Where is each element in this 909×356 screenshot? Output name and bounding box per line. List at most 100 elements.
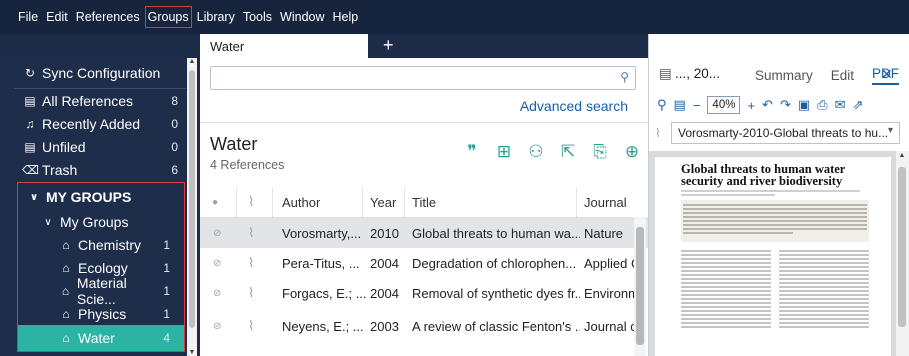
menu-library[interactable]: Library xyxy=(196,8,236,26)
read-status-icon[interactable]: ⊘ xyxy=(213,278,221,308)
sidebar-item-water[interactable]: ⌂ Water 4 xyxy=(58,327,170,349)
read-status-icon[interactable]: ⊘ xyxy=(213,248,221,278)
email-icon[interactable]: ✉ xyxy=(835,97,846,113)
cell-title: A review of classic Fenton's ... xyxy=(412,318,580,334)
column-year[interactable]: Year xyxy=(370,187,396,217)
tab-summary[interactable]: Summary xyxy=(755,68,813,83)
sidebar-item-chemistry[interactable]: ⌂ Chemistry 1 xyxy=(58,234,170,256)
group-folder-icon: ⌂ xyxy=(62,307,70,321)
sync-configuration[interactable]: ↻ Sync Configuration xyxy=(22,62,178,84)
group-folder-icon: ⌂ xyxy=(61,284,70,298)
sidebar-item-my-groups[interactable]: ∨ My Groups xyxy=(40,211,178,233)
sidebar-item-label: Ecology xyxy=(78,260,128,276)
menu-edit[interactable]: Edit xyxy=(45,8,69,26)
menu-bar: File Edit References Groups Library Tool… xyxy=(0,0,909,34)
table-row[interactable]: ⊘ ⌇ Forgacs, E.; ... 2004 Removal of syn… xyxy=(200,278,648,308)
read-status-icon[interactable]: ⊘ xyxy=(213,218,221,248)
attachment-icon[interactable]: ⌇ xyxy=(248,311,254,341)
read-status-column-icon[interactable]: ● xyxy=(212,187,218,217)
search-icon[interactable]: ⚲ xyxy=(657,97,667,113)
pdf-viewer[interactable]: Global threats to human water security a… xyxy=(649,151,909,356)
close-icon[interactable]: ✕ xyxy=(881,66,893,83)
references-panel: Water + ⚲ Advanced search Water 4 Refere… xyxy=(200,34,648,356)
pdf-title: Global threats to human water security a… xyxy=(681,162,846,188)
menu-references[interactable]: References xyxy=(75,8,141,26)
zoom-in-icon[interactable]: + xyxy=(747,98,755,113)
menu-help[interactable]: Help xyxy=(332,8,360,26)
detail-header: ▤ ..., 20... Summary Edit PDF ✕ xyxy=(649,34,909,88)
references-scrollbar[interactable] xyxy=(634,217,646,356)
tab-edit[interactable]: Edit xyxy=(831,68,854,83)
share-icon[interactable]: ⇱ xyxy=(556,140,580,164)
read-status-icon[interactable]: ⊘ xyxy=(213,311,221,341)
cell-title: Global threats to human wa... xyxy=(412,225,580,241)
table-row[interactable]: ⊘ ⌇ Pera-Titus, ... 2004 Degradation of … xyxy=(200,248,648,278)
advanced-search-link[interactable]: Advanced search xyxy=(520,98,628,114)
cite-icon[interactable]: ❞ xyxy=(460,140,484,164)
search-input[interactable]: ⚲ xyxy=(210,66,636,90)
redo-icon[interactable]: ↷ xyxy=(780,97,791,113)
menu-window[interactable]: Window xyxy=(279,8,325,26)
sidebar-item-label: Unfiled xyxy=(42,139,86,155)
group-folder-icon: ⌂ xyxy=(62,331,70,345)
pdf-toolbar: ⚲ ▤ − 40% + ↶ ↷ ▣ ⎙ ✉ ⇗ xyxy=(649,94,909,116)
sidebar-item-unfiled[interactable]: ▤ Unfiled 0 xyxy=(22,136,178,158)
chevron-down-icon: ∨ xyxy=(29,191,39,203)
zoom-level[interactable]: 40% xyxy=(707,96,741,114)
sidebar-toggle-icon[interactable]: ▤ xyxy=(674,97,686,113)
sidebar-item-label: All References xyxy=(42,93,134,109)
table-row[interactable]: ⊘ ⌇ Vorosmarty,... 2010 Global threats t… xyxy=(200,218,648,248)
sidebar-item-trash[interactable]: ⌫ Trash 6 xyxy=(22,159,178,181)
tab-water[interactable]: Water xyxy=(200,34,368,58)
scroll-down-icon[interactable]: ▼ xyxy=(188,349,196,356)
sidebar-scrollbar-thumb[interactable] xyxy=(189,70,195,328)
add-user-icon[interactable]: ⚇ xyxy=(524,140,548,164)
column-divider xyxy=(272,187,273,217)
pdf-scrollbar[interactable]: ▲ xyxy=(896,151,909,356)
cell-year: 2010 xyxy=(370,225,399,241)
sidebar-item-all-references[interactable]: ▤ All References 8 xyxy=(22,90,178,112)
sidebar-item-recently-added[interactable]: ♫ Recently Added 0 xyxy=(22,113,179,135)
add-reference-icon[interactable]: ⊞ xyxy=(492,140,516,164)
menu-file[interactable]: File xyxy=(17,8,39,26)
references-scrollbar-thumb[interactable] xyxy=(636,227,644,345)
attachment-icon[interactable]: ⌇ xyxy=(248,218,254,248)
scroll-up-icon[interactable]: ▲ xyxy=(188,58,196,65)
scroll-up-icon[interactable]: ▲ xyxy=(898,152,906,159)
attachment-icon[interactable]: ⌇ xyxy=(248,248,254,278)
bell-icon: ♫ xyxy=(25,117,35,131)
zoom-out-icon[interactable]: − xyxy=(693,98,701,113)
attachment-icon: ⌇ xyxy=(655,126,661,140)
cell-year: 2004 xyxy=(370,255,399,271)
sidebar-item-physics[interactable]: ⌂ Physics 1 xyxy=(58,303,170,325)
pdf-scrollbar-thumb[interactable] xyxy=(898,167,906,327)
search-icon[interactable]: ⚲ xyxy=(620,70,629,84)
open-external-icon[interactable]: ⇗ xyxy=(852,97,863,113)
menu-tools[interactable]: Tools xyxy=(242,8,273,26)
save-icon[interactable]: ▣ xyxy=(798,97,810,113)
sidebar: ↻ Sync Configuration ▤ All References 8 … xyxy=(0,58,200,356)
undo-icon[interactable]: ↶ xyxy=(762,97,773,113)
column-title[interactable]: Title xyxy=(412,187,436,217)
print-icon[interactable]: ⎙ xyxy=(817,97,827,113)
pdf-file-select[interactable]: Vorosmarty-2010-Global threats to hu... … xyxy=(671,122,900,144)
sidebar-item-label: Recently Added xyxy=(42,116,141,132)
sidebar-item-material-science[interactable]: ⌂ Material Scie... 1 xyxy=(58,275,170,307)
attachment-icon[interactable]: ⌇ xyxy=(248,278,254,308)
book-icon: ▤ xyxy=(24,140,36,154)
column-journal[interactable]: Journal xyxy=(584,187,627,217)
pdf-file-name: Vorosmarty-2010-Global threats to hu... xyxy=(678,126,889,140)
menu-groups[interactable]: Groups xyxy=(144,6,192,28)
add-tab-button[interactable]: + xyxy=(383,35,394,56)
column-author[interactable]: Author xyxy=(282,187,320,217)
table-row[interactable]: ⊘ ⌇ Neyens, E.; ... 2003 A review of cla… xyxy=(200,311,648,341)
pdf-authors-block xyxy=(681,190,869,196)
sidebar-scrollbar[interactable]: ▲ ▼ xyxy=(187,58,197,356)
find-pdf-icon[interactable]: ⎘ xyxy=(588,140,612,164)
collection-count: 4 References xyxy=(210,158,285,172)
column-divider xyxy=(362,187,363,217)
sidebar-item-label: Physics xyxy=(78,306,127,322)
attachment-column-icon[interactable]: ⌇ xyxy=(248,187,254,217)
my-groups-header[interactable]: ∨ MY GROUPS xyxy=(26,186,178,208)
web-icon[interactable]: ⊕ xyxy=(620,140,644,164)
